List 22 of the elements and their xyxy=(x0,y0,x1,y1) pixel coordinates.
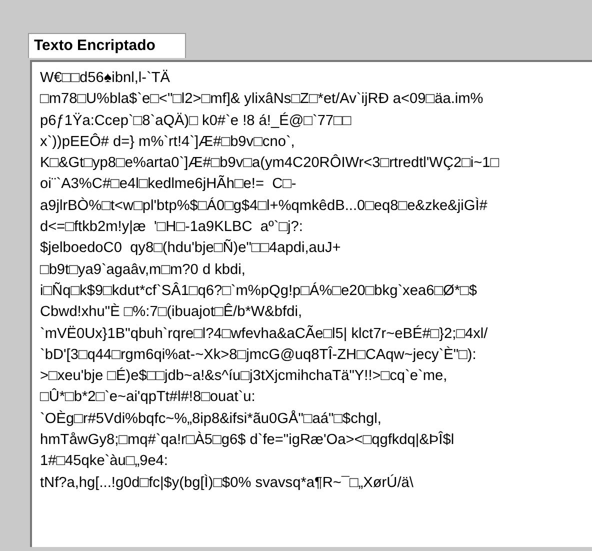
text-line: x`))pEEÔ# d=} m%`rt!4`]Æ#□b9v□cno`, xyxy=(40,132,295,152)
text-line: `mVË0Ux}1B"qbuh`rqre□l?4□wfevha&aCÃe□l5| klct7r~eBÉ#□}2;□4xl/ xyxy=(40,324,488,344)
text-line: oi¨`A3%C#□e4l□kedlme6jHÃh□e!= C□- xyxy=(40,174,296,194)
text-line: tNf?a,hg[...!g0d□fc|$y(bg[Ì)□$0% svavsq*a¶R~¯□„XørÚ/ä\ xyxy=(40,473,414,493)
text-line: p6ƒ1Ÿa:Ccep`□8`aQÄ)□ k0#`e !8 á!_É@□`77□□ xyxy=(40,111,352,131)
text-line: W€□□d56♠ibnl,l-`TÄ xyxy=(40,68,170,88)
text-line: 1#□45qke`àu□„9e4: xyxy=(40,452,168,472)
text-line: i□Ñq□k$9□kdut*cf`SÂ1□q6?□`m%pQg!p□Á%□e20□bkg`xea6□Ø*□$ xyxy=(40,281,477,301)
text-line: K□&Gt□yp8□e%arta0`]Æ#□b9v□a(ym4C20RÔIWr<3□rtredtl'WÇ2□i~1□ xyxy=(40,153,500,174)
text-line: Cbwd!xhu"È □%:7□(ibuajot□Ê/b*W&bfdi, xyxy=(40,302,302,322)
text-line: □m78□U%bla$`e□<"□l2>□mf]& ylixâNs□Z□*et/Av`ijRÐ a<09□äa.im% xyxy=(40,90,484,110)
text-line: □b9t□ya9`agaâv,m□m?0 d kbdi, xyxy=(40,260,246,280)
text-line: `OÈg□r#5Vdi%bqfc~%„8ip8&ifsi*ãu0GÅ"□aá"□$chgl, xyxy=(40,409,382,429)
text-line: d<=□ftkb2m!y|æ '□H□-1a9KLBC aº`□j?: xyxy=(40,218,303,238)
text-line: a9jlrBÒ%□t<w□pl'btp%$□Á0□g$4□l+%qmkêdB...0□eq8□e&zke&jiGÌ# xyxy=(40,196,488,216)
text-line: hmTåwGy8;□mq#`qa!r□À5□g6$ d`fe="igRæ'Oa><□qgfkdq|&ÞÎ$l xyxy=(40,430,454,450)
text-line: $jelboedoC0 qy8□(hdu'bje□Ñ)e"□□4apdi,auJ+ xyxy=(40,238,341,258)
text-area[interactable] xyxy=(30,60,592,547)
text-line: `bD'[3□q44□rgm6qi%at-~Xk>8□jmcG@uq8TÎ-ZH□CAqw~jecy`È"□): xyxy=(40,345,476,365)
text-line: □Û*□b*2□`e~ai'qpTt#l#!8□ouat`u: xyxy=(40,387,256,408)
text-line: >□xeu'bje □É)e$□□jdb~a!&s^íu□j3tXjcmihchaTä"Y!!>□cq`e`me, xyxy=(40,366,448,386)
text-label: Texto Encriptado xyxy=(28,33,186,58)
